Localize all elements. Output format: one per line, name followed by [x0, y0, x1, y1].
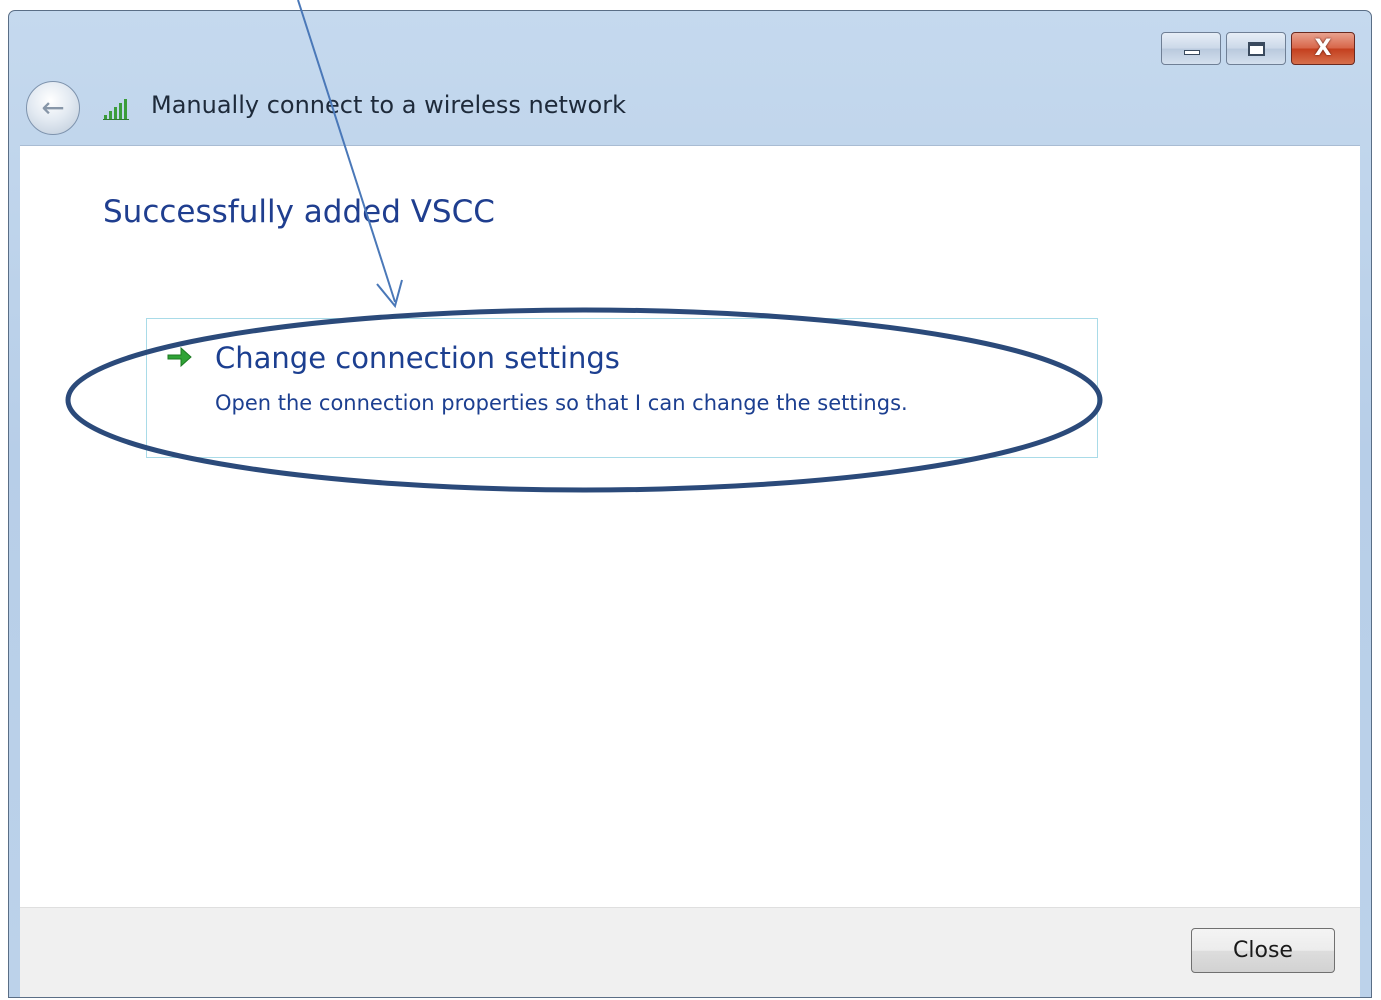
window-title: Manually connect to a wireless network — [151, 91, 627, 119]
change-connection-settings-link[interactable]: Change connection settings Open the conn… — [146, 318, 1098, 458]
content-pane: Successfully added VSCC Change connectio… — [20, 145, 1360, 908]
maximize-button[interactable] — [1226, 32, 1286, 65]
green-arrow-icon — [167, 346, 192, 368]
dialog-footer: Close — [20, 907, 1360, 997]
close-button[interactable]: Close — [1191, 928, 1335, 973]
dialog-window: X ← Manually connect to a wireless netwo… — [8, 10, 1372, 998]
wireless-signal-icon — [103, 99, 129, 120]
window-close-button[interactable]: X — [1291, 32, 1355, 65]
page-heading: Successfully added VSCC — [103, 194, 495, 230]
back-arrow-icon[interactable]: ← — [26, 81, 80, 135]
minimize-button[interactable] — [1161, 32, 1221, 65]
option-title: Change connection settings — [215, 341, 620, 375]
option-description: Open the connection properties so that I… — [215, 391, 908, 415]
caption-buttons: X — [1161, 32, 1355, 65]
